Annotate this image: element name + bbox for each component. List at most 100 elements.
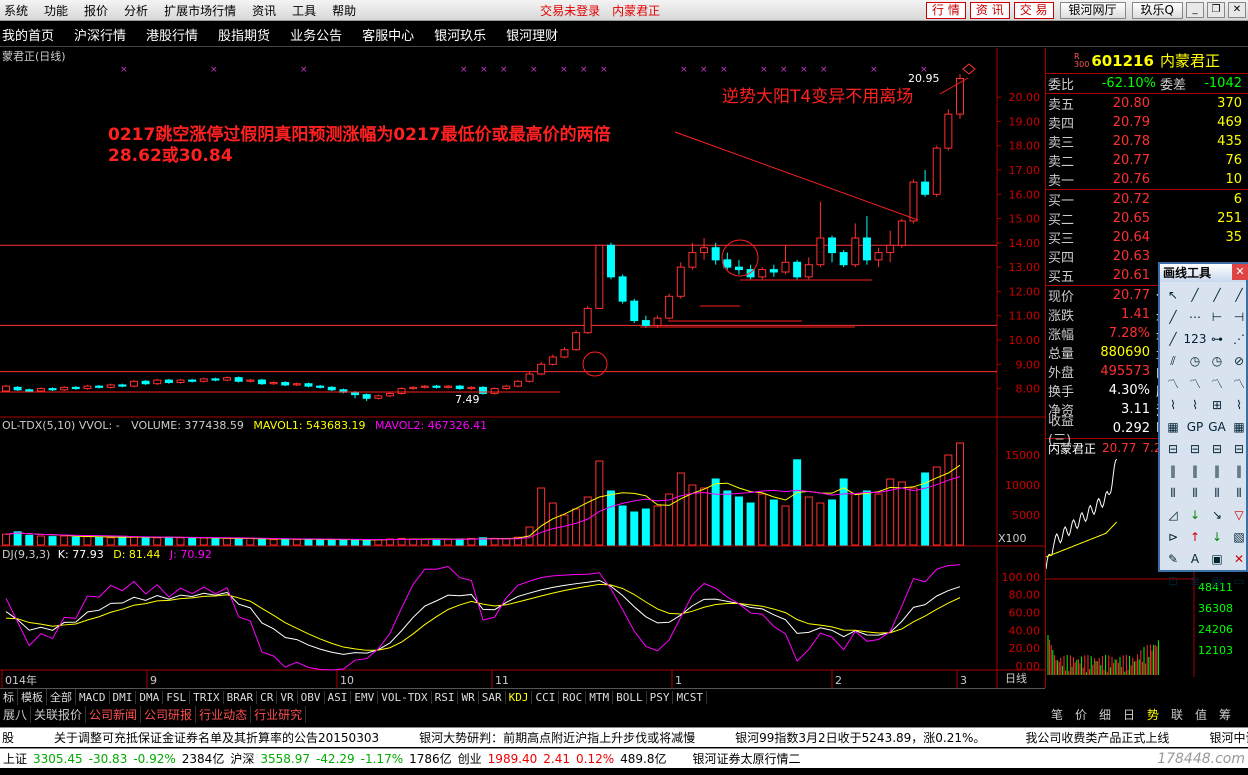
nav-hk[interactable]: 港股行情 [136, 25, 208, 44]
indicator-tab-dma[interactable]: DMA [136, 690, 164, 704]
candle[interactable] [688, 242, 697, 270]
volume-bar[interactable] [897, 481, 906, 546]
event-marker[interactable]: × [870, 65, 878, 75]
menu-function[interactable]: 功能 [36, 2, 76, 19]
candle[interactable] [618, 274, 627, 304]
draw-tool-icon[interactable]: ⋰ [1228, 328, 1248, 350]
volume-bar[interactable] [444, 539, 453, 546]
news-item[interactable]: 我公司收费类产品正式上线 [1015, 729, 1169, 746]
kuaile-button[interactable]: 玖乐Q [1131, 1, 1183, 19]
candle[interactable] [700, 238, 709, 260]
volume-bar[interactable] [781, 505, 790, 546]
nav-service[interactable]: 客服中心 [352, 25, 424, 44]
news-item[interactable]: 银河大势研判：前期高点附近沪指上升步伐或将减慢 [409, 729, 695, 746]
event-marker[interactable]: × [300, 65, 308, 75]
draw-tool-icon[interactable]: ↓ [1206, 526, 1228, 548]
volume-bar[interactable] [48, 536, 57, 546]
volume-bar[interactable] [502, 538, 511, 546]
candle[interactable] [164, 378, 173, 384]
nav-jiule[interactable]: 银河玖乐 [424, 25, 496, 44]
candle[interactable] [48, 387, 57, 391]
candle[interactable] [339, 388, 348, 394]
volume-bar[interactable] [362, 539, 371, 546]
drawing-tools-title[interactable]: 画线工具 ✕ [1160, 264, 1248, 282]
event-marker[interactable]: × [580, 65, 588, 75]
news-item[interactable]: 关于调整可充抵保证金证券名单及其折算率的公告20150303 [44, 729, 379, 746]
candle[interactable] [316, 384, 325, 389]
event-marker[interactable]: × [480, 65, 488, 75]
candle[interactable] [502, 384, 511, 390]
nav-home[interactable]: 我的首页 [0, 25, 64, 44]
candle[interactable] [292, 382, 301, 387]
info-tab-3[interactable]: 公司研报 [141, 705, 197, 723]
volume-bar[interactable] [129, 536, 138, 546]
indicator-tab-sar[interactable]: SAR [479, 690, 506, 704]
right-tab-2[interactable]: 细 [1093, 706, 1117, 723]
volume-bar[interactable] [630, 511, 639, 546]
draw-tool-icon[interactable]: ‖ [1206, 460, 1228, 482]
volume-bar[interactable] [816, 502, 825, 546]
candle[interactable] [572, 330, 581, 351]
draw-tool-icon[interactable]: ≣ [1184, 570, 1206, 592]
candle[interactable] [281, 381, 290, 387]
volume-bar[interactable] [851, 493, 860, 546]
volume-bar[interactable] [490, 537, 499, 546]
news-button[interactable]: 资 讯 [969, 1, 1010, 19]
candle[interactable] [211, 377, 220, 382]
volume-bar[interactable] [351, 539, 360, 546]
draw-tool-icon[interactable]: ╱ [1162, 306, 1184, 328]
draw-tool-icon[interactable]: ⌇ [1162, 394, 1184, 416]
indicator-tab-obv[interactable]: OBV [298, 690, 325, 704]
indicator-tab-mcst[interactable]: MCST [673, 690, 707, 704]
indicator-tab-rsi[interactable]: RSI [432, 690, 459, 704]
volume-bar[interactable] [944, 454, 953, 546]
candle[interactable] [839, 250, 848, 268]
draw-tool-icon[interactable]: ╱ [1184, 284, 1206, 306]
event-marker[interactable]: × [680, 65, 688, 75]
draw-tool-icon[interactable]: ⊞ [1206, 394, 1228, 416]
volume-bar[interactable] [560, 514, 569, 546]
volume-bar[interactable] [339, 539, 348, 546]
indicator-tab-模板[interactable]: 模板 [18, 689, 47, 705]
draw-tool-icon[interactable]: 〽 [1162, 372, 1184, 394]
volume-bar[interactable] [176, 537, 185, 546]
draw-tool-icon[interactable]: 〽 [1206, 372, 1228, 394]
volume-bar[interactable] [420, 539, 429, 546]
minimize-icon[interactable]: _ [1186, 2, 1204, 18]
trend-line[interactable] [674, 131, 919, 221]
quote-button[interactable]: 行 情 [926, 1, 966, 19]
volume-bar[interactable] [2, 533, 10, 546]
volume-bar[interactable] [641, 508, 650, 546]
web-hall-button[interactable]: 银河网厅 [1059, 1, 1126, 19]
volume-bar[interactable] [723, 490, 732, 546]
indicator-tab-vol-tdx[interactable]: VOL-TDX [378, 690, 432, 704]
indicator-tab-全部[interactable]: 全部 [47, 689, 76, 705]
volume-bar[interactable] [653, 505, 662, 546]
draw-tool-icon[interactable]: ▽ [1228, 504, 1248, 526]
indicator-tab-asi[interactable]: ASI [325, 690, 352, 704]
volume-bar[interactable] [769, 499, 778, 546]
candle[interactable] [781, 245, 790, 275]
volume-bar[interactable] [269, 539, 278, 546]
event-marker[interactable]: × [760, 65, 768, 75]
candle[interactable] [816, 201, 825, 268]
event-marker[interactable]: × [780, 65, 788, 75]
info-tab-0[interactable]: 展八 [0, 705, 32, 723]
indicator-tab-mtm[interactable]: MTM [586, 690, 614, 704]
candle[interactable] [385, 392, 394, 398]
draw-tool-icon[interactable]: ⊢ [1206, 306, 1228, 328]
candle[interactable] [758, 267, 767, 280]
draw-tool-icon[interactable]: ⊣ [1228, 306, 1248, 328]
candle[interactable] [374, 394, 383, 400]
draw-tool-icon[interactable]: ⋯ [1184, 306, 1206, 328]
right-tab-1[interactable]: 价 [1069, 706, 1093, 723]
candle[interactable] [897, 218, 906, 248]
volume-bar[interactable] [71, 536, 80, 546]
draw-tool-icon[interactable]: A [1184, 548, 1206, 570]
menu-help[interactable]: 帮助 [324, 2, 364, 19]
nav-futures[interactable]: 股指期货 [208, 25, 280, 44]
candle[interactable] [176, 378, 185, 384]
volume-bar[interactable] [758, 493, 767, 546]
candle[interactable] [583, 306, 592, 334]
candle[interactable] [432, 384, 441, 389]
